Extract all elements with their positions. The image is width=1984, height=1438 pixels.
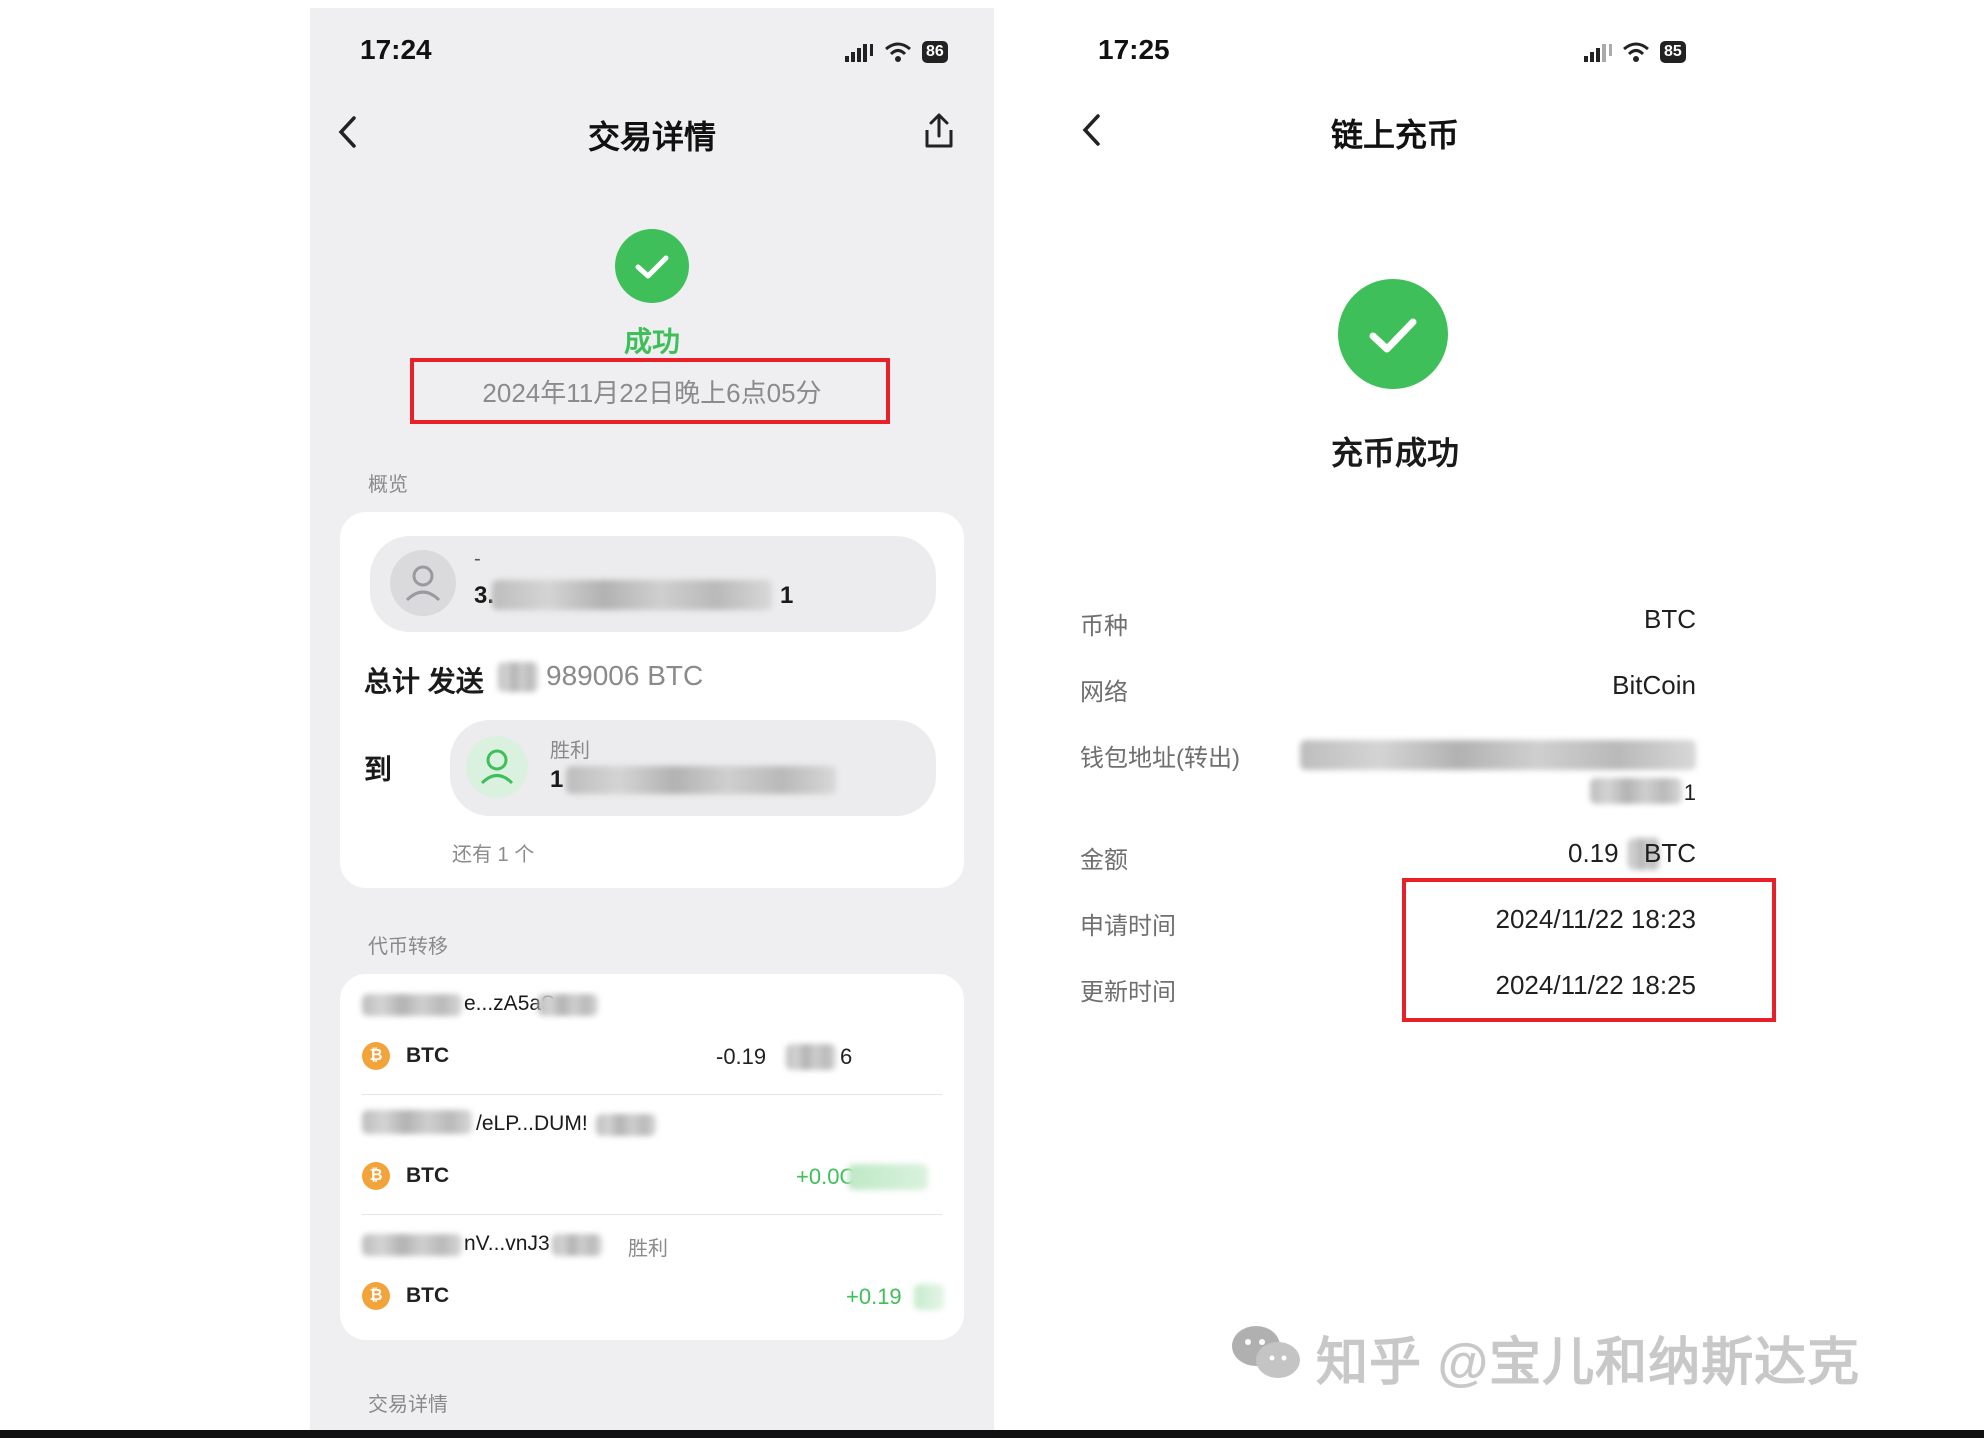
btc-icon: ₿ [362,1162,390,1190]
left-phone-screen: 17:24 86 交易详情 成功 2024年11月22日晚上6点05分 概览 -… [310,8,994,1438]
coin-name: BTC [406,1044,450,1067]
sender-row[interactable]: - 3. 1 [370,536,936,632]
wallet-address-tail: 1 [1683,780,1696,805]
update-time-label: 更新时间 [1080,979,1176,1006]
token-transfer-label: 代币转移 [368,936,448,958]
token-transfer-card: e...zA5aS ₿ BTC -0.19 6 /eLP...DUM! ₿ BT… [340,974,964,1340]
currency-label: 币种 [1080,613,1128,640]
btc-icon: ₿ [362,1282,390,1310]
network-value: BitCoin [1612,670,1696,700]
more-recipients[interactable]: 还有 1 个 [452,838,534,867]
wifi-icon [1623,42,1649,62]
amount-value-start: 0.19 [1568,838,1619,868]
total-sent-amount: 989006 BTC [546,660,704,691]
transaction-details-label: 交易详情 [368,1394,448,1416]
transfer-amount: +0.19 [846,1284,902,1309]
check-icon [1338,279,1448,389]
check-icon [615,229,689,303]
currency-value: BTC [1644,604,1696,634]
amount-label: 金额 [1080,847,1128,874]
address-redacted [362,1110,472,1134]
coin-name: BTC [406,1284,450,1307]
highlight-box-datetime [410,358,890,424]
transfer-amount-suffix: 6 [840,1044,853,1069]
signal-icon [845,44,873,62]
transfer-row[interactable]: e...zA5aS ₿ BTC -0.19 6 [340,974,964,1094]
amount-redacted [914,1284,944,1310]
battery-indicator: 85 [1660,41,1686,63]
wallet-address-label: 钱包地址(转出) [1080,745,1240,772]
transfer-tag: 胜利 [628,1238,668,1260]
transfer-row[interactable]: /eLP...DUM! ₿ BTC +0.0C [340,1094,964,1214]
recipient-address-redacted [566,766,836,794]
network-label: 网络 [1080,679,1128,706]
sender-address-start: 3. [474,582,495,609]
address-redacted [362,1234,462,1256]
apply-time-label: 申请时间 [1080,913,1176,940]
btc-icon: ₿ [362,1042,390,1070]
battery-indicator: 86 [922,41,948,63]
status-time: 17:25 [1098,34,1170,65]
address-redacted-tail [596,1114,656,1136]
address-redacted-tail [538,994,598,1016]
overview-card: - 3. 1 总计 发送 989006 BTC 到 胜利 1 还有 1 个 [340,512,964,888]
address-redacted-tail [552,1234,602,1256]
sender-name: - [474,548,481,570]
signal-icon [1584,44,1612,62]
share-icon[interactable] [922,112,956,150]
transfer-address: /eLP...DUM! [476,1112,588,1135]
recipient-address-start: 1 [550,766,564,793]
transfer-amount: -0.19 [716,1044,767,1069]
transfer-row[interactable]: nV...vnJ3 胜利 ₿ BTC +0.19 [340,1214,964,1334]
transfer-amount: +0.0C [796,1164,856,1189]
to-label: 到 [364,754,393,785]
page-title: 链上充币 [1330,117,1459,153]
amount-unit: BTC [1644,838,1696,868]
right-phone-screen: 17:25 85 链上充币 充币成功 币种 BTC 网络 BitCoin 钱包地… [1050,8,1776,1108]
bottom-border [0,1430,1984,1438]
wifi-icon [885,42,911,62]
status-text: 成功 [623,326,680,357]
deposit-status: 充币成功 [1330,435,1459,471]
wechat-icon [1232,1326,1300,1378]
highlight-box-times [1402,878,1776,1022]
address-redacted [362,994,462,1016]
sender-address-end: 1 [780,582,794,609]
total-amount-redacted [498,662,538,692]
amount-redacted [848,1164,928,1190]
total-sent-label: 总计 发送 [364,666,484,697]
watermark-text: 知乎 @宝儿和纳斯达克 [1316,1334,1861,1392]
user-icon [390,550,456,616]
overview-label: 概览 [368,474,408,496]
wallet-address-redacted-line2 [1590,778,1682,804]
sender-address-redacted [492,580,772,610]
coin-name: BTC [406,1164,450,1187]
amount-redacted [786,1044,836,1070]
page-title: 交易详情 [587,119,716,155]
recipient-user-icon [466,736,528,798]
recipient-row[interactable]: 胜利 1 [450,720,936,816]
recipient-tag: 胜利 [550,740,590,762]
status-time: 17:24 [360,34,432,65]
transfer-address: nV...vnJ3 [464,1232,550,1255]
wallet-address-redacted [1300,740,1696,770]
